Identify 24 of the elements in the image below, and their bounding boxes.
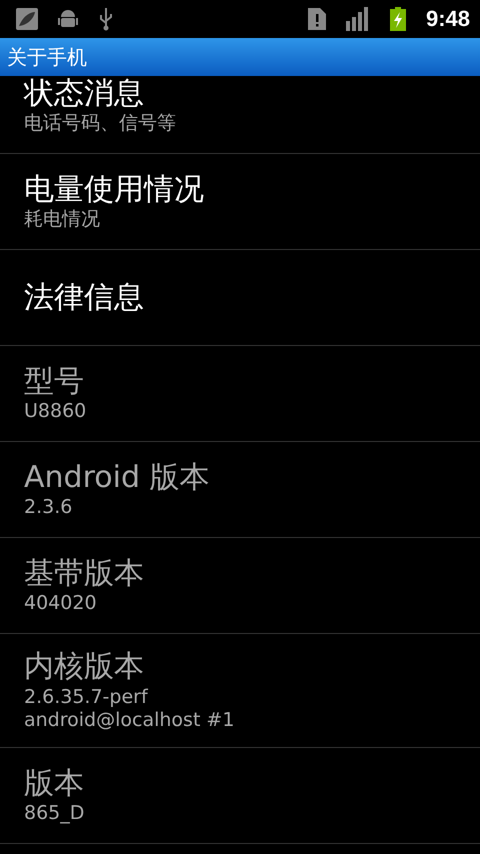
item-summary: 耗电情况 bbox=[24, 208, 101, 232]
settings-item[interactable]: 法律信息 bbox=[0, 250, 480, 346]
settings-item[interactable]: 电量使用情况 耗电情况 bbox=[0, 154, 480, 250]
item-summary: 2.3.6 bbox=[24, 496, 74, 520]
clock-time: 9:48 bbox=[426, 6, 470, 32]
item-title: 型号 bbox=[24, 362, 85, 400]
item-title: 内核版本 bbox=[24, 648, 145, 686]
battery-charging-icon bbox=[390, 7, 406, 31]
item-title: 电量使用情况 bbox=[24, 170, 205, 208]
pea-pod-icon bbox=[16, 8, 38, 30]
item-summary: 2.6.35.7-perf android@localhost #1 bbox=[24, 686, 236, 733]
item-summary: 电话号码、信号等 bbox=[24, 112, 177, 136]
android-icon bbox=[58, 8, 78, 30]
item-title: 版本 bbox=[24, 764, 85, 802]
item-summary: 865_D bbox=[24, 802, 86, 826]
item-title: 基带版本 bbox=[24, 554, 145, 592]
sim-alert-icon bbox=[308, 8, 326, 30]
item-title: 状态消息 bbox=[24, 74, 145, 112]
item-summary: U8860 bbox=[24, 400, 88, 424]
usb-icon bbox=[98, 7, 114, 31]
item-summary: 404020 bbox=[24, 592, 98, 616]
item-title: Android 版本 bbox=[24, 458, 211, 496]
signal-icon bbox=[346, 7, 370, 31]
item-title: 法律信息 bbox=[24, 278, 145, 316]
